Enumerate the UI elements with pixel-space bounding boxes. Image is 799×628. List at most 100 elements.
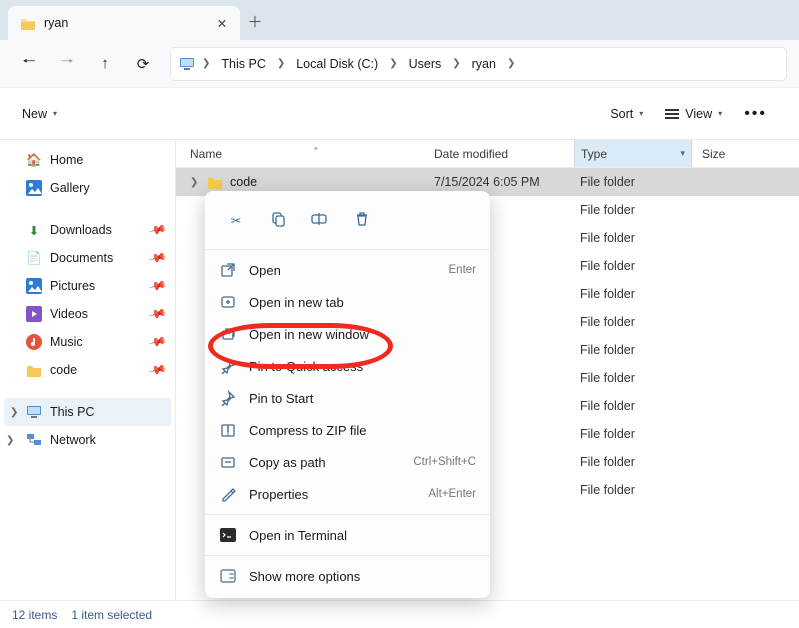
sidebar-item-label: Documents	[50, 251, 113, 265]
ctx-label: Pin to Start	[249, 391, 464, 406]
ctx-properties[interactable]: Properties Alt+Enter	[205, 478, 490, 510]
chevron-right-icon: ❯	[199, 58, 213, 69]
picture-icon	[26, 278, 42, 294]
props-icon	[219, 486, 237, 502]
context-menu: ✂ OpenEnterOpen in new tab Open in new wi…	[205, 191, 490, 598]
pin-icon: 📌	[148, 248, 168, 268]
sidebar-item-downloads[interactable]: ⬇ Downloads 📌	[0, 216, 175, 244]
ctx-copy-button[interactable]	[261, 205, 295, 235]
sidebar-item-label: Music	[50, 335, 83, 349]
sidebar-item-code[interactable]: code 📌	[0, 356, 175, 384]
sidebar-item-network[interactable]: ❯ Network	[0, 426, 175, 454]
chevron-right-icon: ❯	[504, 58, 518, 69]
ctx-open-in-new-window[interactable]: Open in new window	[205, 318, 490, 350]
ctx-cut-button[interactable]: ✂	[219, 205, 253, 235]
sort-button[interactable]: Sort ▾	[604, 102, 649, 126]
view-label: View	[685, 107, 712, 121]
ctx-pin-to-start[interactable]: Pin to Start	[205, 382, 490, 414]
file-date: 7/15/2024 6:05 PM	[434, 175, 574, 189]
ctx-open-in-new-tab[interactable]: Open in new tab	[205, 286, 490, 318]
sort-indicator-icon: ⌃	[312, 146, 320, 157]
file-name: code	[230, 175, 257, 189]
ctx-label: Compress to ZIP file	[249, 423, 464, 438]
sidebar-item-home[interactable]: 🏠 Home	[0, 146, 175, 174]
folder-icon	[26, 362, 42, 378]
file-type: File folder	[574, 427, 692, 441]
trash-icon	[354, 211, 370, 230]
sidebar-item-pictures[interactable]: Pictures 📌	[0, 272, 175, 300]
new-button[interactable]: New ▾	[16, 102, 63, 126]
folder-icon	[20, 15, 36, 31]
ctx-label: Open in new window	[249, 327, 464, 342]
pin-icon: 📌	[148, 304, 168, 324]
pin-icon	[219, 358, 237, 374]
new-tab-button[interactable]: ＋	[240, 11, 270, 40]
refresh-button[interactable]: ⟳	[126, 47, 160, 81]
zip-icon	[219, 422, 237, 438]
video-icon	[26, 306, 42, 322]
status-selected: 1 item selected	[71, 608, 152, 622]
file-type: File folder	[574, 371, 692, 385]
sidebar-item-gallery[interactable]: Gallery	[0, 174, 175, 202]
ctx-accel: Ctrl+Shift+C	[413, 456, 476, 468]
ctx-rename-button[interactable]	[303, 205, 337, 235]
pin-icon: 📌	[148, 276, 168, 296]
chevron-down-icon: ▾	[680, 148, 685, 159]
newtab-icon	[219, 294, 237, 310]
back-button[interactable]: 🠐	[12, 47, 46, 81]
col-date[interactable]: Date modified	[434, 147, 574, 161]
nav-bar: 🠐 🠒 ↑ ⟳ ❯ This PC ❯ Local Disk (C:) ❯ Us…	[0, 40, 799, 88]
sidebar-item-this-pc[interactable]: ❯ This PC	[4, 398, 171, 426]
crumb-local-disk[interactable]: Local Disk (C:)	[292, 55, 382, 73]
ctx-delete-button[interactable]	[345, 205, 379, 235]
more-icon	[219, 569, 237, 583]
ctx-label: Properties	[249, 487, 416, 502]
crumb-ryan[interactable]: ryan	[468, 55, 500, 73]
music-icon	[26, 334, 42, 350]
column-header: Name⌃ Date modified Type▾ Size	[176, 140, 799, 168]
pin-icon: 📌	[148, 332, 168, 352]
pin-icon: 📌	[148, 360, 168, 380]
ctx-label: Show more options	[249, 569, 476, 584]
file-type: File folder	[574, 203, 692, 217]
ctx-accel: Alt+Enter	[428, 488, 476, 500]
col-size[interactable]: Size	[692, 147, 725, 161]
crumb-users[interactable]: Users	[405, 55, 446, 73]
chevron-right-icon: ❯	[386, 58, 400, 69]
view-lines-icon	[665, 109, 679, 119]
tab-title: ryan	[44, 16, 206, 30]
status-bar: 12 items 1 item selected	[0, 600, 799, 628]
ctx-label: Open	[249, 263, 437, 278]
col-name[interactable]: Name⌃	[190, 147, 434, 161]
sidebar-item-videos[interactable]: Videos 📌	[0, 300, 175, 328]
chevron-down-icon: ▾	[53, 109, 57, 118]
crumb-this-pc[interactable]: This PC	[217, 55, 269, 73]
address-bar[interactable]: ❯ This PC ❯ Local Disk (C:) ❯ Users ❯ ry…	[170, 47, 787, 81]
view-button[interactable]: View ▾	[659, 102, 728, 126]
up-button[interactable]: ↑	[88, 47, 122, 81]
more-button[interactable]: •••	[738, 100, 773, 128]
chevron-right-icon: ❯	[10, 407, 18, 418]
chevron-down-icon: ▾	[718, 109, 722, 118]
file-type: File folder	[574, 231, 692, 245]
ctx-compress-to-zip-file[interactable]: Compress to ZIP file	[205, 414, 490, 446]
toolbar: New ▾ Sort ▾ View ▾ •••	[0, 88, 799, 140]
sidebar-item-label: Gallery	[50, 181, 90, 195]
tab[interactable]: ryan ✕	[8, 6, 240, 40]
file-type: File folder	[574, 175, 692, 189]
file-type: File folder	[574, 287, 692, 301]
sidebar-item-music[interactable]: Music 📌	[0, 328, 175, 356]
forward-button[interactable]: 🠒	[50, 47, 84, 81]
ctx-more-options[interactable]: Show more options	[205, 560, 490, 592]
sidebar-item-label: This PC	[50, 405, 94, 419]
tab-close-icon[interactable]: ✕	[214, 16, 230, 31]
col-type[interactable]: Type▾	[574, 140, 692, 167]
file-type: File folder	[574, 399, 692, 413]
ctx-copy-as-path[interactable]: Copy as pathCtrl+Shift+C	[205, 446, 490, 478]
ctx-open[interactable]: OpenEnter	[205, 254, 490, 286]
ctx-pin-to-quick-access[interactable]: Pin to Quick access	[205, 350, 490, 382]
file-type: File folder	[574, 259, 692, 273]
sidebar-item-documents[interactable]: 📄 Documents 📌	[0, 244, 175, 272]
ctx-open-terminal[interactable]: Open in Terminal	[205, 519, 490, 551]
copy-icon	[270, 211, 286, 230]
